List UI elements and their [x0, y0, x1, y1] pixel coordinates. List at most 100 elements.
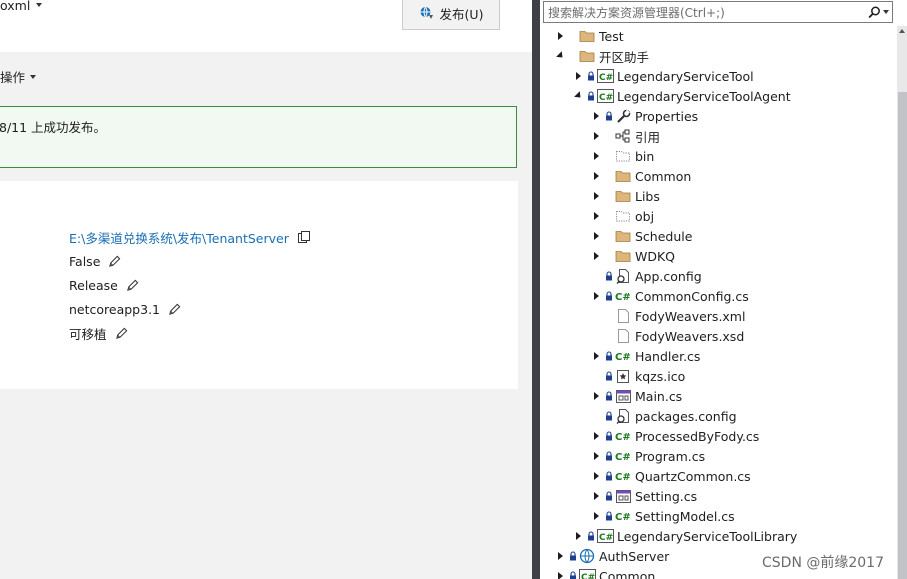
tree-item[interactable]: C# ProcessedByFody.cs: [540, 426, 890, 446]
tree-item[interactable]: kqzs.ico: [540, 366, 890, 386]
csharp-project-icon: C#: [596, 66, 614, 86]
publish-success-banner: 8/11 上成功发布。: [0, 106, 517, 168]
collapse-arrow-icon[interactable]: [570, 86, 586, 106]
expand-arrow-icon[interactable]: [588, 206, 604, 226]
expand-arrow-icon[interactable]: [588, 106, 604, 126]
tree-item[interactable]: Schedule: [540, 226, 890, 246]
tree-item[interactable]: C# LegendaryServiceToolAgent: [540, 86, 890, 106]
folder-icon: [614, 186, 632, 206]
pencil-icon[interactable]: [108, 255, 121, 268]
tree-item-label: LegendaryServiceToolLibrary: [617, 528, 798, 544]
svg-text:C#: C#: [615, 452, 631, 463]
tree-item[interactable]: 开区助手: [540, 46, 890, 66]
lock-icon: [604, 386, 614, 406]
expand-arrow-icon[interactable]: [588, 226, 604, 246]
tree-item[interactable]: App.config: [540, 266, 890, 286]
expand-arrow-icon[interactable]: [570, 526, 586, 546]
lock-spacer: [604, 306, 614, 326]
expand-arrow-icon[interactable]: [552, 546, 568, 566]
tree-item[interactable]: Test: [540, 26, 890, 46]
scroll-up-arrow-icon[interactable]: [899, 29, 905, 33]
solution-tree: Test 开区助手 C# LegendaryServiceTool C# Legendar…: [540, 26, 890, 579]
vertical-scrollbar[interactable]: [897, 26, 907, 579]
tree-item[interactable]: 引用: [540, 126, 890, 146]
lock-spacer: [604, 166, 614, 186]
expand-arrow-icon[interactable]: [570, 66, 586, 86]
tree-item[interactable]: obj: [540, 206, 890, 226]
expand-arrow-icon[interactable]: [588, 246, 604, 266]
actions-label: 操作: [0, 70, 26, 85]
tree-item[interactable]: Libs: [540, 186, 890, 206]
tree-item[interactable]: C# QuartzCommon.cs: [540, 466, 890, 486]
pencil-icon[interactable]: [115, 327, 128, 340]
hidden-folder-icon: [614, 146, 632, 166]
tree-item-label: FodyWeavers.xsd: [635, 328, 745, 344]
expand-arrow-icon[interactable]: [588, 286, 604, 306]
target-location-link[interactable]: E:\多渠道兑换系统\发布\TenantServer: [69, 228, 289, 247]
lock-spacer: [604, 246, 614, 266]
publish-button[interactable]: 发布(U): [402, 0, 500, 30]
tree-item[interactable]: FodyWeavers.xml: [540, 306, 890, 326]
ico-file-icon: [614, 366, 632, 386]
configuration-value: Release: [69, 277, 118, 293]
lock-icon: [604, 446, 614, 466]
csharp-file-icon: C#: [614, 346, 632, 366]
tree-item[interactable]: C# CommonConfig.cs: [540, 286, 890, 306]
tree-item-label: obj: [635, 208, 655, 224]
expand-arrow-icon[interactable]: [552, 26, 568, 46]
tree-item[interactable]: FodyWeavers.xsd: [540, 326, 890, 346]
collapse-arrow-icon[interactable]: [552, 46, 568, 66]
tree-item[interactable]: C# Program.cs: [540, 446, 890, 466]
expand-arrow-icon[interactable]: [588, 126, 604, 146]
tree-item[interactable]: Common: [540, 166, 890, 186]
tree-item-label: SettingModel.cs: [635, 508, 735, 524]
tree-item[interactable]: packages.config: [540, 406, 890, 426]
tree-item-label: kqzs.ico: [635, 368, 686, 384]
expand-arrow-icon[interactable]: [588, 506, 604, 526]
target-framework-row: netcoreapp3.1: [69, 299, 181, 319]
chevron-down-icon[interactable]: [883, 10, 889, 14]
lock-spacer: [568, 26, 578, 46]
search-icon[interactable]: [868, 6, 881, 19]
expand-arrow-icon[interactable]: [588, 466, 604, 486]
references-icon: [614, 126, 632, 146]
tree-item-label: Setting.cs: [635, 488, 698, 504]
expand-arrow-icon[interactable]: [588, 146, 604, 166]
svg-text:C#: C#: [615, 512, 631, 523]
success-message: 8/11 上成功发布。: [0, 120, 107, 135]
tree-item[interactable]: C# LegendaryServiceTool: [540, 66, 890, 86]
lock-spacer: [604, 186, 614, 206]
tree-item-label: Properties: [635, 108, 699, 124]
expand-arrow-icon[interactable]: [588, 346, 604, 366]
tree-item[interactable]: C# SettingModel.cs: [540, 506, 890, 526]
scrollbar-thumb[interactable]: [898, 92, 907, 579]
solution-explorer-search[interactable]: 搜索解决方案资源管理器(Ctrl+;): [543, 1, 893, 23]
svg-text:C#: C#: [599, 93, 613, 103]
actions-menu[interactable]: 操作: [0, 67, 37, 86]
tree-item[interactable]: C# LegendaryServiceToolLibrary: [540, 526, 890, 546]
tree-item-label: Schedule: [635, 228, 693, 244]
tree-item[interactable]: WDKQ: [540, 246, 890, 266]
svg-text:C#: C#: [615, 292, 631, 303]
publish-profile-dropdown[interactable]: oxml: [0, 0, 43, 14]
tree-item[interactable]: C# Handler.cs: [540, 346, 890, 366]
expand-arrow-icon[interactable]: [588, 386, 604, 406]
expand-arrow-icon[interactable]: [588, 446, 604, 466]
expand-arrow-icon[interactable]: [588, 166, 604, 186]
tree-item[interactable]: Main.cs: [540, 386, 890, 406]
tree-item[interactable]: Setting.cs: [540, 486, 890, 506]
expand-arrow-icon[interactable]: [588, 486, 604, 506]
form-file-icon: [614, 486, 632, 506]
copy-icon[interactable]: [297, 230, 311, 244]
expand-arrow-icon[interactable]: [552, 566, 568, 579]
tree-item[interactable]: Properties: [540, 106, 890, 126]
lock-icon: [604, 466, 614, 486]
expand-arrow-icon[interactable]: [588, 426, 604, 446]
folder-icon: [578, 46, 596, 66]
pencil-icon[interactable]: [126, 279, 139, 292]
tree-item[interactable]: bin: [540, 146, 890, 166]
lock-icon: [586, 66, 596, 86]
deployment-mode-row: 可移植: [69, 323, 128, 343]
pencil-icon[interactable]: [168, 303, 181, 316]
expand-arrow-icon[interactable]: [588, 186, 604, 206]
